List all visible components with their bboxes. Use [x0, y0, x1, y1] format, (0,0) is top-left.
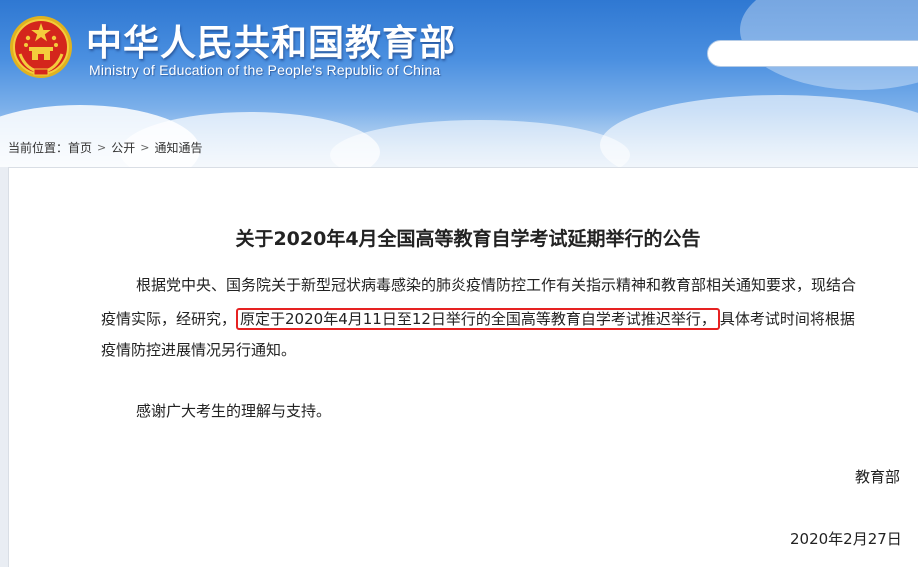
site-header: 中华人民共和国教育部 Ministry of Education of the … — [0, 0, 918, 167]
article-title: 关于2020年4月全国高等教育自学考试延期举行的公告 — [235, 228, 701, 250]
article-body-line-3: 疫情防控进展情况另行通知。 — [101, 341, 297, 359]
breadcrumb-notices-link[interactable]: 通知通告 — [154, 139, 202, 156]
chevron-right-icon: > — [140, 141, 150, 154]
article-date: 2020年2月27日 — [790, 530, 902, 548]
article-panel: 关于2020年4月全国高等教育自学考试延期举行的公告 根据党中央、国务院关于新型… — [8, 167, 918, 567]
breadcrumb-home-link[interactable]: 首页 — [68, 139, 92, 156]
article-body-text: 疫情实际，经研究， — [101, 310, 237, 328]
article-body-line-1: 根据党中央、国务院关于新型冠状病毒感染的肺炎疫情防控工作有关指示精神和教育部相关… — [136, 276, 857, 294]
article-body-text: 具体考试时间将根据 — [719, 310, 855, 328]
breadcrumb-public-link[interactable]: 公开 — [111, 139, 135, 156]
site-title: 中华人民共和国教育部 — [86, 23, 457, 64]
breadcrumb: 当前位置： 首页 > 公开 > 通知通告 — [8, 139, 203, 156]
site-subtitle: Ministry of Education of the People's Re… — [89, 62, 441, 78]
article-signature: 教育部 — [855, 468, 901, 486]
cloud-decoration — [600, 95, 918, 167]
cloud-decoration — [330, 120, 630, 167]
breadcrumb-prefix: 当前位置： — [8, 141, 69, 155]
article-thanks: 感谢广大考生的理解与支持。 — [136, 402, 332, 420]
search-input[interactable] — [707, 40, 918, 67]
highlighted-postponement-notice: 原定于2020年4月11日至12日举行的全国高等教育自学考试推迟举行， — [236, 308, 720, 330]
national-emblem-icon[interactable] — [8, 14, 74, 80]
article-body-line-2: 疫情实际，经研究， 原定于2020年4月11日至12日举行的全国高等教育自学考试推… — [101, 308, 855, 330]
chevron-right-icon: > — [97, 141, 107, 154]
